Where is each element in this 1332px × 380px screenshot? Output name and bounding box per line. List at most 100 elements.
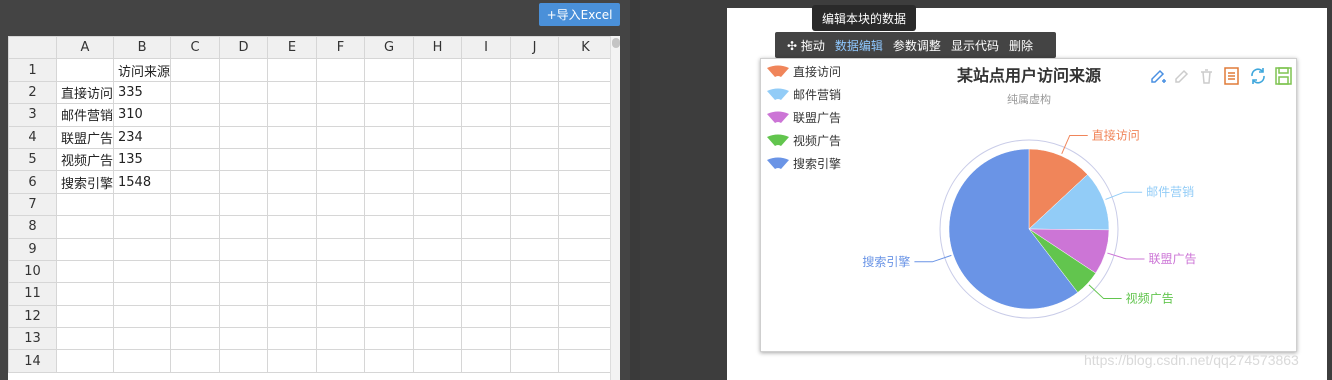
sheet-cell[interactable]	[364, 327, 415, 351]
sheet-cell[interactable]	[170, 282, 221, 306]
spreadsheet-table[interactable]: ABCDEFGHIJK 1 访问来源 2 直接访问 335 3 邮件营销 310 4 联盟广告 23…	[8, 36, 619, 373]
sheet-cell[interactable]	[413, 80, 463, 105]
sheet-cell[interactable]	[219, 304, 269, 329]
sheet-cell[interactable]	[461, 259, 512, 284]
sheet-cell[interactable]	[170, 170, 221, 194]
sheet-cell[interactable]	[316, 259, 366, 284]
chart-block[interactable]: 直接访问邮件营销联盟广告视频广告搜索引擎 某站点用户访问来源 纯属虚构	[760, 58, 1297, 352]
sheet-cell[interactable]	[413, 215, 463, 239]
sheet-cell[interactable]	[558, 304, 614, 329]
sheet-cell[interactable]: 135	[113, 147, 172, 172]
column-header[interactable]: G	[364, 36, 415, 60]
row-header[interactable]: 14	[8, 349, 57, 373]
sheet-cell[interactable]	[267, 349, 318, 373]
sheet-cell[interactable]	[364, 259, 415, 284]
legend-item[interactable]: 视频广告	[767, 133, 841, 148]
row-header[interactable]: 6	[8, 170, 57, 194]
sheet-cell[interactable]	[316, 282, 366, 306]
sheet-cell[interactable]	[267, 147, 318, 172]
sheet-cell[interactable]	[510, 103, 560, 127]
sheet-cell[interactable]	[413, 259, 463, 284]
spreadsheet[interactable]: ABCDEFGHIJK 1 访问来源 2 直接访问 335 3 邮件营销 310 4 联盟广告 23…	[8, 36, 620, 380]
sheet-cell[interactable]	[461, 170, 512, 194]
sheet-cell[interactable]	[558, 103, 614, 127]
sheet-cell[interactable]	[510, 147, 560, 172]
row-header[interactable]: 12	[8, 304, 57, 329]
edit-icon[interactable]	[1175, 69, 1189, 83]
sheet-cell[interactable]	[55, 349, 115, 373]
sheet-corner[interactable]	[8, 36, 57, 60]
sheet-cell[interactable]	[461, 80, 512, 105]
row-header[interactable]: 10	[8, 259, 57, 284]
sheet-cell[interactable]	[510, 349, 560, 373]
sheet-cell[interactable]	[55, 327, 115, 351]
sheet-cell[interactable]	[510, 170, 560, 194]
sheet-cell[interactable]	[170, 327, 221, 351]
legend-item[interactable]: 搜索引擎	[767, 156, 841, 171]
sheet-cell[interactable]	[364, 125, 415, 149]
sheet-cell[interactable]	[55, 215, 115, 239]
sheet-cell[interactable]	[364, 58, 415, 82]
sheet-cell[interactable]	[461, 304, 512, 329]
show-code-button[interactable]: 显示代码	[951, 37, 999, 54]
sheet-cell[interactable]	[413, 125, 463, 149]
sheet-cell[interactable]	[364, 80, 415, 105]
sheet-cell[interactable]: 310	[113, 103, 172, 127]
legend-item[interactable]: 邮件营销	[767, 88, 841, 102]
scrollbar-thumb[interactable]	[612, 38, 620, 48]
legend-item[interactable]: 直接访问	[767, 64, 841, 79]
sheet-cell[interactable]	[170, 349, 221, 373]
sheet-cell[interactable]	[55, 237, 115, 261]
sheet-cell[interactable]: 访问来源	[113, 58, 172, 82]
sheet-cell[interactable]	[219, 237, 269, 261]
sheet-cell[interactable]	[316, 237, 366, 261]
sheet-cell[interactable]	[461, 327, 512, 351]
column-header[interactable]: F	[316, 36, 366, 60]
sheet-cell[interactable]	[461, 58, 512, 82]
sheet-cell[interactable]	[413, 282, 463, 306]
sheet-cell[interactable]	[316, 103, 366, 127]
sheet-cell[interactable]	[267, 103, 318, 127]
sheet-cell[interactable]	[510, 215, 560, 239]
sheet-cell[interactable]	[364, 103, 415, 127]
sheet-cell[interactable]	[316, 170, 366, 194]
sheet-cell[interactable]	[170, 259, 221, 284]
column-header[interactable]: K	[558, 36, 614, 60]
sheet-cell[interactable]	[413, 349, 463, 373]
sheet-cell[interactable]	[113, 282, 172, 306]
sheet-cell[interactable]	[364, 192, 415, 217]
sheet-cell[interactable]	[219, 125, 269, 149]
sheet-cell[interactable]	[267, 192, 318, 217]
column-header[interactable]: A	[55, 36, 115, 60]
sheet-cell[interactable]	[113, 237, 172, 261]
sheet-cell[interactable]	[55, 192, 115, 217]
sheet-cell[interactable]	[461, 103, 512, 127]
sheet-cell[interactable]	[510, 259, 560, 284]
sheet-cell[interactable]: 234	[113, 125, 172, 149]
sheet-cell[interactable]	[267, 304, 318, 329]
sheet-cell[interactable]	[558, 58, 614, 82]
sheet-cell[interactable]	[267, 237, 318, 261]
sheet-cell[interactable]	[316, 147, 366, 172]
sheet-cell[interactable]	[461, 282, 512, 306]
edit-add-icon[interactable]	[1151, 69, 1166, 83]
sheet-cell[interactable]	[316, 304, 366, 329]
row-header[interactable]: 2	[8, 80, 57, 105]
sheet-cell[interactable]	[219, 147, 269, 172]
sheet-cell[interactable]	[113, 327, 172, 351]
column-header[interactable]: I	[461, 36, 512, 60]
sheet-cell[interactable]	[558, 192, 614, 217]
sheet-cell[interactable]	[413, 237, 463, 261]
clear-icon[interactable]	[1201, 69, 1212, 84]
sheet-cell[interactable]	[558, 349, 614, 373]
sheet-cell[interactable]	[316, 192, 366, 217]
sheet-cell[interactable]	[219, 80, 269, 105]
sheet-cell[interactable]	[558, 237, 614, 261]
column-header[interactable]: H	[413, 36, 463, 60]
sheet-cell[interactable]	[267, 170, 318, 194]
sheet-cell[interactable]	[510, 237, 560, 261]
sheet-cell[interactable]	[316, 80, 366, 105]
sheet-cell[interactable]	[113, 259, 172, 284]
sheet-cell[interactable]	[461, 192, 512, 217]
sheet-cell[interactable]	[461, 215, 512, 239]
